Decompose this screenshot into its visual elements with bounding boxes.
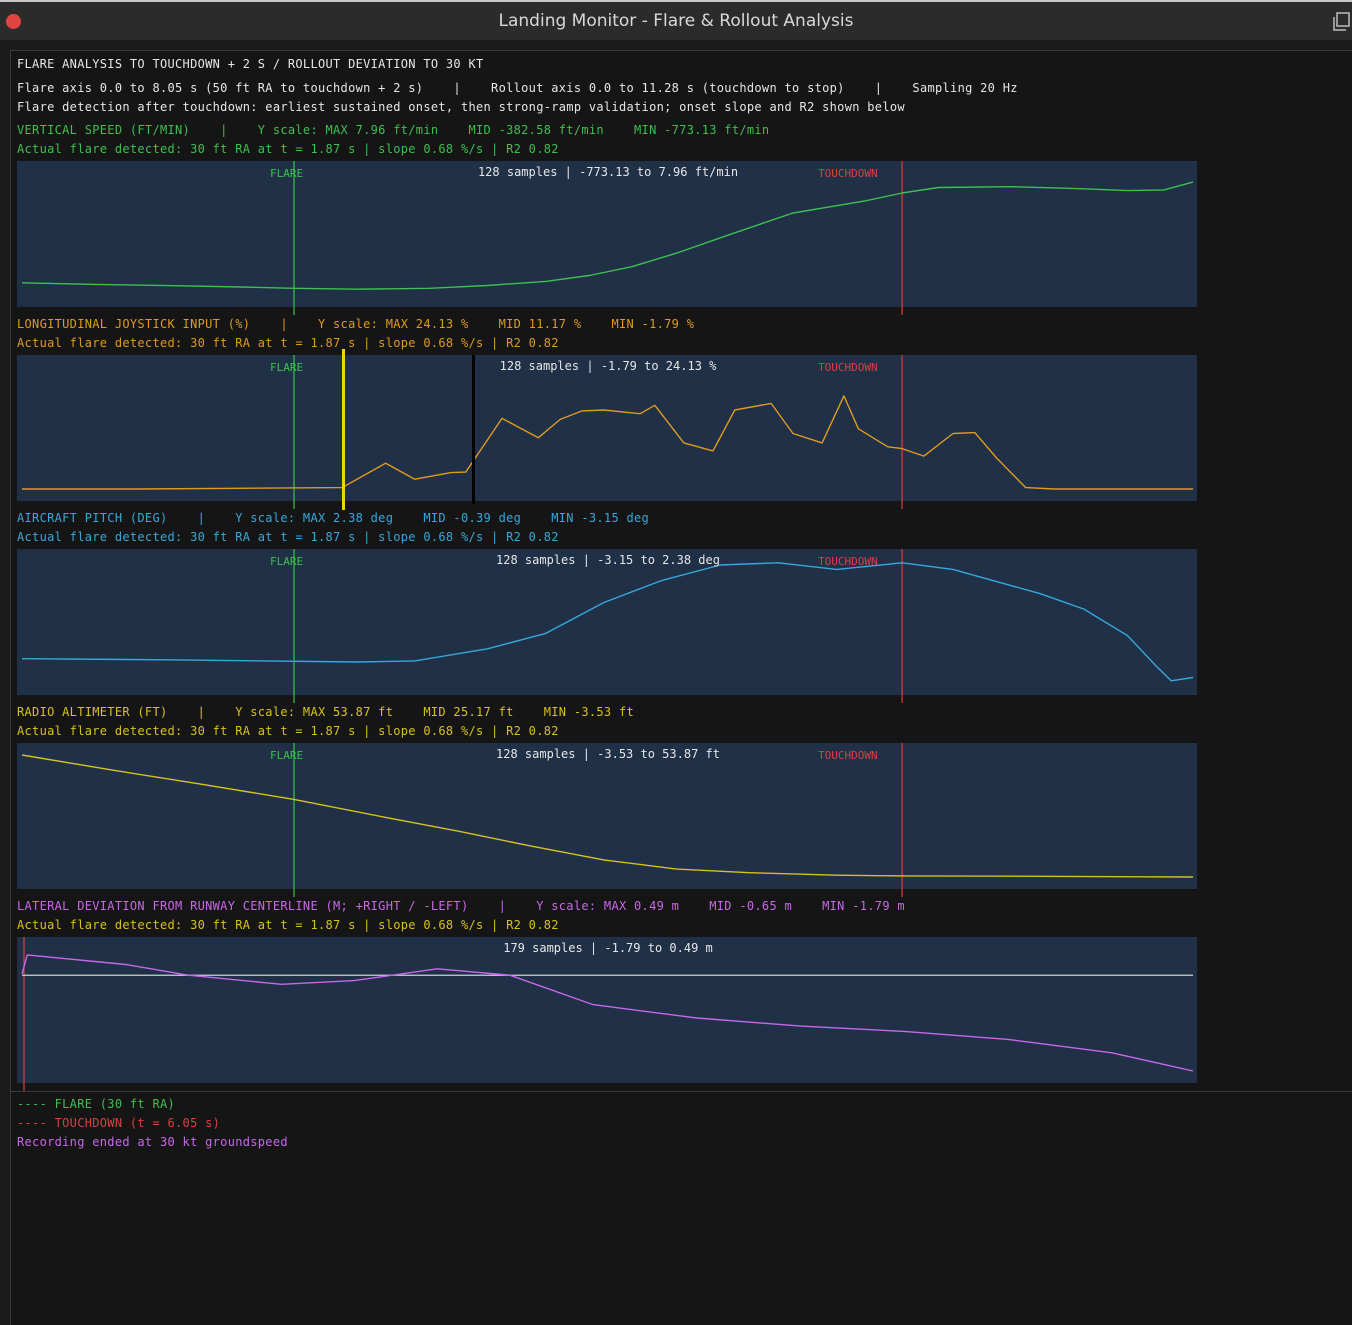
legend-touchdown: ---- TOUCHDOWN (t = 6.05 s) xyxy=(17,1116,221,1130)
lateral-deviation-series-line xyxy=(21,954,1194,1072)
joystick-flare-label: FLARE xyxy=(270,361,303,374)
recording-status: Recording ended at 30 kt groundspeed xyxy=(17,1135,288,1149)
pitch-series-line xyxy=(21,562,1194,682)
vertical-speed-series-line xyxy=(21,181,1194,290)
legend-divider xyxy=(10,1091,1352,1092)
lateral-deviation-summary: 179 samples | -1.79 to 0.49 m xyxy=(503,941,713,955)
vertical-speed-summary: 128 samples | -773.13 to 7.96 ft/min xyxy=(478,165,738,179)
vertical-speed-flare-label: FLARE xyxy=(270,167,303,180)
joystick-cursor-b[interactable] xyxy=(472,355,475,504)
joystick-touchdown-label: TOUCHDOWN xyxy=(818,361,878,374)
pitch-flare-label: FLARE xyxy=(270,555,303,568)
radio-altimeter-series-line xyxy=(21,754,1194,878)
radio-altimeter-flare-label: FLARE xyxy=(270,749,303,762)
legend-flare: ---- FLARE (30 ft RA) xyxy=(17,1097,176,1111)
joystick-summary: 128 samples | -1.79 to 24.13 % xyxy=(500,359,718,373)
vertical-speed-touchdown-label: TOUCHDOWN xyxy=(818,167,878,180)
joystick-series-line xyxy=(22,395,1193,490)
radio-altimeter-touchdown-label: TOUCHDOWN xyxy=(818,749,878,762)
joystick-cursor-a[interactable] xyxy=(342,349,345,510)
pitch-summary: 128 samples | -3.15 to 2.38 deg xyxy=(496,553,720,567)
radio-altimeter-summary: 128 samples | -3.53 to 53.87 ft xyxy=(496,747,720,761)
